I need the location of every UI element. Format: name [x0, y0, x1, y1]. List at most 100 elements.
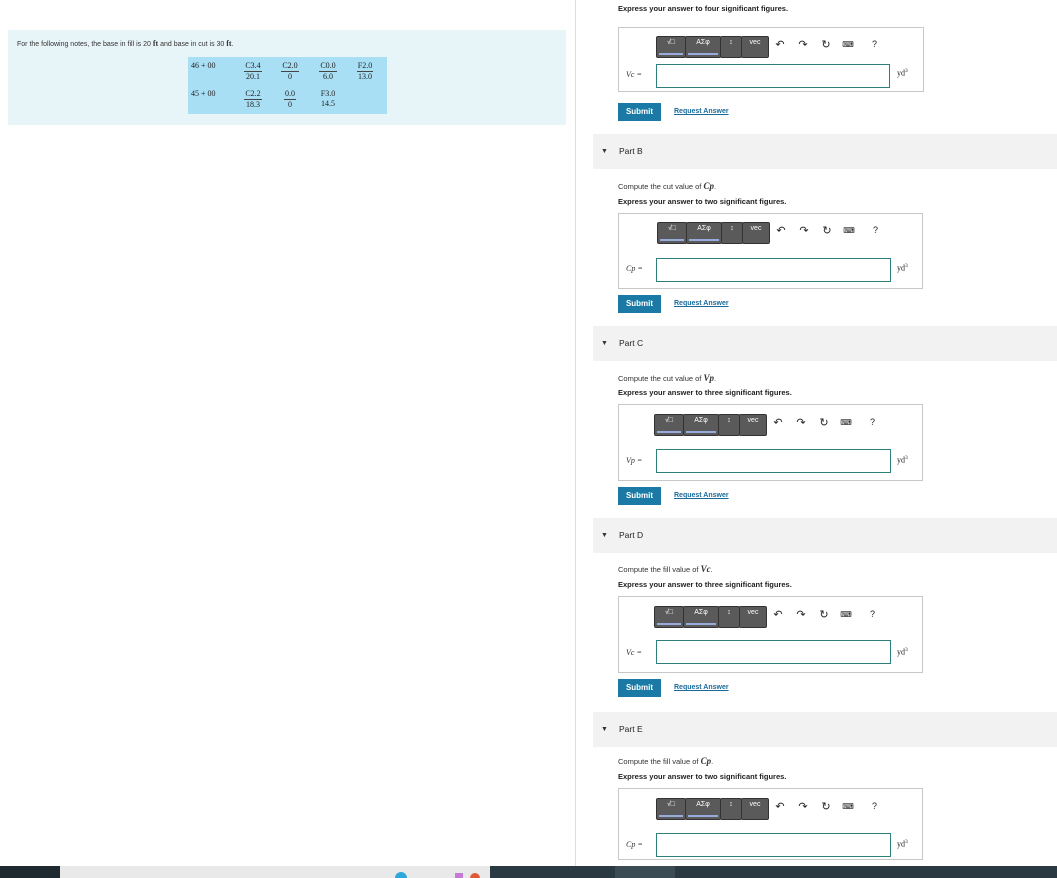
unit-label: yd3 — [897, 455, 908, 465]
part-e-header[interactable]: ▼ Part E — [593, 712, 1057, 747]
request-answer-link[interactable]: Request Answer — [674, 492, 729, 499]
part-c-header[interactable]: ▼ Part C — [593, 326, 1057, 361]
request-answer-link[interactable]: Request Answer — [674, 300, 729, 307]
part-title: Part E — [619, 724, 643, 734]
subscript-button[interactable]: ↕ — [721, 222, 743, 244]
request-answer-link[interactable]: Request Answer — [674, 108, 729, 115]
keyboard-icon[interactable]: ⌨ — [840, 418, 852, 427]
symbols-button[interactable]: AΣφ — [686, 222, 722, 244]
reset-icon[interactable]: ↻ — [820, 800, 832, 813]
part-c-answer-box: √□ AΣφ ↕ vec ↶ ↷ ↻ ⌨ ? Vp = yd3 — [618, 404, 923, 481]
answer-input[interactable] — [656, 449, 891, 473]
taskbar-app-icon[interactable] — [455, 873, 463, 878]
redo-icon[interactable]: ↷ — [797, 38, 809, 51]
part-b-instruction: Express your answer to two significant f… — [618, 197, 787, 206]
taskbar-active-app[interactable] — [615, 866, 675, 878]
subscript-button[interactable]: ↕ — [718, 414, 740, 436]
part-title: Part D — [619, 530, 644, 540]
problem-intro: For the following notes, the base in fil… — [8, 30, 566, 125]
templates-button[interactable]: √□ — [656, 36, 686, 58]
part-b-prompt: Compute the cut value of Cp. — [618, 181, 717, 191]
answer-input[interactable] — [656, 833, 891, 857]
reset-icon[interactable]: ↻ — [821, 224, 833, 237]
symbols-button[interactable]: AΣφ — [683, 414, 719, 436]
symbols-button[interactable]: AΣφ — [685, 36, 721, 58]
request-answer-link[interactable]: Request Answer — [674, 684, 729, 691]
keyboard-icon[interactable]: ⌨ — [843, 226, 855, 235]
taskbar-app-icon[interactable] — [395, 872, 407, 878]
answer-input[interactable] — [656, 64, 890, 88]
unit-label: yd3 — [897, 263, 908, 273]
answer-input[interactable] — [656, 640, 891, 664]
vector-button[interactable]: vec — [742, 222, 770, 244]
collapse-arrow-icon: ▼ — [601, 726, 608, 733]
note-cell: F2.0 13.0 — [356, 61, 374, 81]
submit-button[interactable]: Submit — [618, 679, 661, 697]
undo-icon[interactable]: ↶ — [774, 800, 786, 813]
help-icon[interactable]: ? — [872, 801, 877, 811]
redo-icon[interactable]: ↷ — [795, 416, 807, 429]
reset-icon[interactable]: ↻ — [820, 38, 832, 51]
variable-label: Vp = — [626, 456, 643, 465]
part-b-header[interactable]: ▼ Part B — [593, 134, 1057, 169]
vector-button[interactable]: vec — [741, 36, 769, 58]
submit-button[interactable]: Submit — [618, 487, 661, 505]
note-cell: F3.0 14.5 — [320, 89, 336, 108]
vector-button[interactable]: vec — [739, 606, 767, 628]
intro-text: For the following notes, the base in fil… — [17, 39, 234, 48]
submit-button[interactable]: Submit — [618, 103, 661, 121]
redo-icon[interactable]: ↷ — [795, 608, 807, 621]
part-e-answer-box: √□ AΣφ ↕ vec ↶ ↷ ↻ ⌨ ? Cp = yd3 — [618, 788, 923, 860]
reset-icon[interactable]: ↻ — [818, 608, 830, 621]
part-d-answer-box: √□ AΣφ ↕ vec ↶ ↷ ↻ ⌨ ? Vc = yd3 — [618, 596, 923, 673]
undo-icon[interactable]: ↶ — [775, 224, 787, 237]
part-d-header[interactable]: ▼ Part D — [593, 518, 1057, 553]
collapse-arrow-icon: ▼ — [601, 148, 608, 155]
answer-input[interactable] — [656, 258, 891, 282]
reset-icon[interactable]: ↻ — [818, 416, 830, 429]
symbols-button[interactable]: AΣφ — [685, 798, 721, 820]
note-cell: C2.0 0 — [281, 61, 299, 81]
help-icon[interactable]: ? — [870, 609, 875, 619]
templates-button[interactable]: √□ — [654, 606, 684, 628]
subscript-button[interactable]: ↕ — [720, 36, 742, 58]
templates-button[interactable]: √□ — [657, 222, 687, 244]
station-label: 45 + 00 — [191, 89, 216, 98]
variable-label: Cp = — [626, 264, 643, 273]
submit-button[interactable]: Submit — [618, 295, 661, 313]
column-divider — [575, 0, 576, 866]
variable-label: Cp = — [626, 840, 643, 849]
cross-section-notes: 46 + 00 C3.4 20.1 C2.0 0 C0.0 6.0 F2.0 13.0 … — [188, 57, 387, 114]
subscript-button[interactable]: ↕ — [720, 798, 742, 820]
part-a-instruction: Express your answer to four significant … — [618, 4, 789, 13]
undo-icon[interactable]: ↶ — [772, 416, 784, 429]
templates-button[interactable]: √□ — [654, 414, 684, 436]
help-icon[interactable]: ? — [873, 225, 878, 235]
part-title: Part B — [619, 146, 643, 156]
templates-button[interactable]: √□ — [656, 798, 686, 820]
unit-label: yd3 — [897, 839, 908, 849]
keyboard-icon[interactable]: ⌨ — [840, 610, 852, 619]
part-e-instruction: Express your answer to two significant f… — [618, 772, 787, 781]
part-title: Part C — [619, 338, 644, 348]
help-icon[interactable]: ? — [872, 39, 877, 49]
redo-icon[interactable]: ↷ — [798, 224, 810, 237]
taskbar-app-icon[interactable] — [470, 873, 480, 878]
note-cell: C2.2 18.3 — [244, 89, 262, 109]
help-icon[interactable]: ? — [870, 417, 875, 427]
collapse-arrow-icon: ▼ — [601, 532, 608, 539]
collapse-arrow-icon: ▼ — [601, 340, 608, 347]
subscript-button[interactable]: ↕ — [718, 606, 740, 628]
redo-icon[interactable]: ↷ — [797, 800, 809, 813]
part-e-prompt: Compute the fill value of Cp. — [618, 756, 714, 766]
symbols-button[interactable]: AΣφ — [683, 606, 719, 628]
note-cell: C3.4 20.1 — [244, 61, 262, 81]
undo-icon[interactable]: ↶ — [772, 608, 784, 621]
taskbar-search-area[interactable] — [60, 866, 490, 878]
taskbar-start-area[interactable] — [0, 866, 60, 878]
keyboard-icon[interactable]: ⌨ — [842, 802, 854, 811]
vector-button[interactable]: vec — [741, 798, 769, 820]
keyboard-icon[interactable]: ⌨ — [842, 40, 854, 49]
undo-icon[interactable]: ↶ — [774, 38, 786, 51]
vector-button[interactable]: vec — [739, 414, 767, 436]
